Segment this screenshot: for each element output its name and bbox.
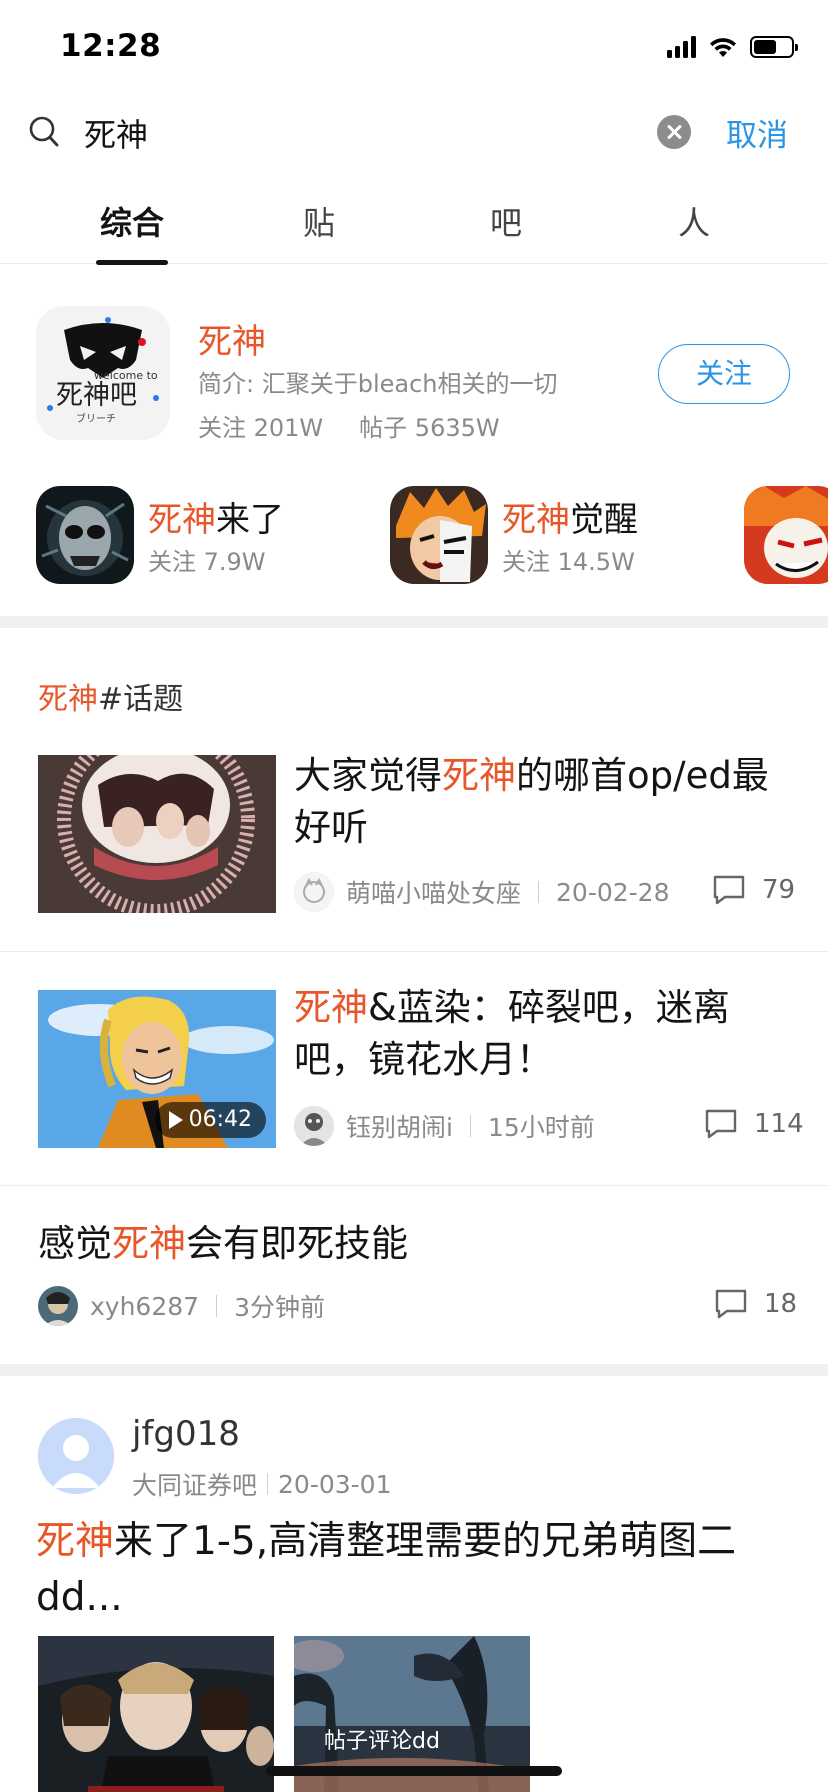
comment-count: 18 xyxy=(714,1288,797,1320)
related-bar-followers: 关注 14.5W xyxy=(502,548,635,576)
related-bar-item[interactable] xyxy=(744,482,828,584)
topic-author[interactable]: 钰别胡闹i xyxy=(346,1108,453,1144)
related-bars-list: 死神来了 关注 7.9W 死神觉醒 关注 14.5W xyxy=(0,482,828,592)
tab-people[interactable]: 人 xyxy=(634,198,754,244)
wifi-icon xyxy=(710,38,736,57)
comment-count: 79 xyxy=(712,874,795,906)
topic-meta: 钰别胡闹i 15小时前 xyxy=(294,1106,595,1146)
topic-thumbnail xyxy=(38,755,276,913)
post-meta: 大同证券吧 20-03-01 xyxy=(132,1466,392,1502)
bar-logo: welcome to 死神吧 ブリーチ xyxy=(36,306,170,440)
related-bar-name: 死神觉醒 xyxy=(502,500,638,540)
comment-icon xyxy=(713,875,745,905)
bar-name[interactable]: 死神 xyxy=(198,314,266,363)
post-date: 20-03-01 xyxy=(278,1469,392,1499)
cellular-signal-icon xyxy=(667,36,696,58)
comment-count-value: 79 xyxy=(762,875,796,905)
topic-time: 3分钟前 xyxy=(234,1293,325,1322)
related-bar-item[interactable]: 死神觉醒 关注 14.5W xyxy=(390,482,710,584)
topic-author[interactable]: xyh6287 xyxy=(90,1292,199,1321)
tab-comprehensive[interactable]: 综合 xyxy=(72,198,192,244)
related-bar-item[interactable]: 死神来了 关注 7.9W xyxy=(36,482,356,584)
comment-count-value: 114 xyxy=(754,1109,804,1139)
svg-text:死神吧: 死神吧 xyxy=(56,380,137,411)
meta-separator xyxy=(216,1295,218,1317)
related-bar-followers: 关注 7.9W xyxy=(148,548,266,576)
status-bar: 12:28 xyxy=(0,0,828,96)
topic-item[interactable]: 06:42 死神&蓝染：碎裂吧，迷离吧，镜花水月！ 钰别胡闹i 15小时前 11… xyxy=(0,952,828,1184)
home-indicator xyxy=(266,1766,562,1776)
post-bar-name[interactable]: 大同证券吧 xyxy=(132,1466,257,1502)
video-duration: 06:42 xyxy=(188,1107,252,1132)
status-icons xyxy=(667,36,798,58)
topic-author[interactable]: 萌喵小喵处女座 xyxy=(346,874,521,910)
topic-title: 大家觉得死神的哪首op/ed最好听 xyxy=(294,754,769,849)
comment-count: 114 xyxy=(704,1108,804,1140)
author-avatar xyxy=(294,872,334,912)
author-avatar xyxy=(38,1286,78,1326)
topic-video-thumbnail[interactable]: 06:42 xyxy=(38,990,276,1148)
bar-card[interactable]: welcome to 死神吧 ブリーチ 死神 简介: 汇聚关于bleach相关的… xyxy=(0,264,828,616)
comment-icon xyxy=(715,1289,747,1319)
related-bar-avatar xyxy=(36,486,134,584)
topic-item[interactable]: 大家觉得死神的哪首op/ed最好听 萌喵小喵处女座 20-02-28 79 xyxy=(0,740,828,952)
post-title[interactable]: 死神来了1-5,高清整理需要的兄弟萌图二dd... xyxy=(36,1514,796,1626)
search-icon xyxy=(29,116,59,147)
post-image[interactable] xyxy=(38,1636,274,1792)
user-avatar[interactable] xyxy=(38,1418,114,1494)
bar-intro: 简介: 汇聚关于bleach相关的一切 xyxy=(198,370,558,398)
clear-search-icon[interactable] xyxy=(657,115,691,149)
battery-icon xyxy=(750,36,798,58)
topic-meta: 萌喵小喵处女座 20-02-28 xyxy=(294,872,670,912)
cancel-button[interactable]: 取消 xyxy=(726,110,788,155)
comment-icon xyxy=(705,1109,737,1139)
related-bar-name: 死神来了 xyxy=(148,500,284,540)
related-bar-avatar xyxy=(390,486,488,584)
topic-meta: xyh6287 3分钟前 xyxy=(38,1286,325,1326)
svg-text:帖子评论dd: 帖子评论dd xyxy=(324,1729,440,1754)
topic-item[interactable]: 感觉死神会有即死技能 xyh6287 3分钟前 18 xyxy=(0,1186,828,1364)
bar-stats: 关注 201W 帖子 5635W xyxy=(198,408,500,443)
tab-bars[interactable]: 吧 xyxy=(446,198,566,244)
search-tabs: 综合 贴 吧 人 xyxy=(0,186,828,265)
comment-count-value: 18 xyxy=(764,1289,798,1319)
status-time: 12:28 xyxy=(60,28,162,64)
video-duration-badge: 06:42 xyxy=(154,1102,266,1138)
bar-followers: 关注 201W xyxy=(198,414,324,442)
tab-posts[interactable]: 贴 xyxy=(259,198,379,244)
search-input[interactable] xyxy=(84,108,644,158)
meta-separator xyxy=(267,1473,269,1495)
topic-time: 15小时前 xyxy=(487,1113,595,1142)
search-bar: 取消 xyxy=(0,96,828,170)
bar-posts: 帖子 5635W xyxy=(359,414,500,442)
play-icon xyxy=(168,1111,183,1129)
topic-title: 死神&蓝染：碎裂吧，迷离吧，镜花水月！ xyxy=(294,986,730,1081)
svg-text:ブリーチ: ブリーチ xyxy=(76,412,116,425)
related-bar-avatar xyxy=(744,486,828,584)
meta-separator xyxy=(538,881,540,903)
section-divider xyxy=(0,1364,828,1376)
post-author[interactable]: jfg018 xyxy=(132,1414,240,1454)
meta-separator xyxy=(469,1115,471,1137)
topics-header: 死神#话题 xyxy=(38,682,184,717)
follow-button[interactable]: 关注 xyxy=(658,344,790,404)
topic-time: 20-02-28 xyxy=(556,877,670,907)
topic-title: 感觉死神会有即死技能 xyxy=(38,1222,408,1265)
author-avatar xyxy=(294,1106,334,1146)
section-divider xyxy=(0,616,828,628)
